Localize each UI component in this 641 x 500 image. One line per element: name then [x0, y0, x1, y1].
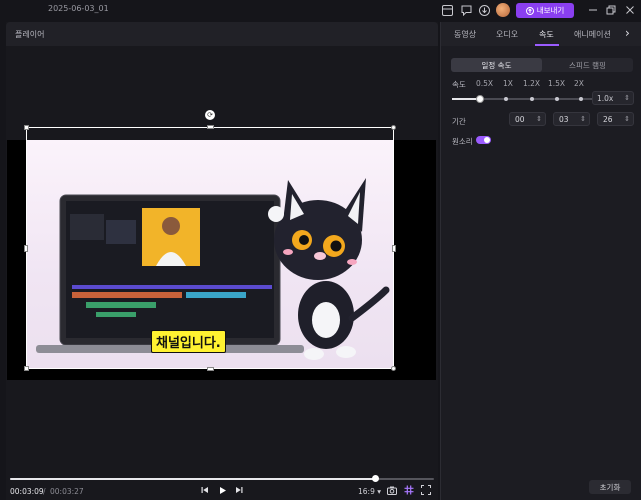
time-separator: /: [43, 487, 46, 496]
speed-tick-1-5x: 1.5X: [548, 79, 566, 88]
title-bar: 2025-06-03_01 내보내기: [0, 0, 641, 20]
export-label: 내보내기: [536, 6, 565, 15]
selection-box[interactable]: [26, 127, 394, 369]
duration-hours-input[interactable]: 00 ⇕: [509, 112, 546, 126]
player-header: 플레이어: [6, 22, 438, 46]
export-button[interactable]: 내보내기: [516, 3, 574, 18]
rotate-icon[interactable]: ⟳: [205, 110, 215, 120]
duration-label: 기간: [452, 117, 466, 126]
progress-track[interactable]: [10, 475, 434, 482]
current-time: 00:03:09: [10, 487, 44, 496]
user-avatar[interactable]: [496, 3, 510, 17]
speed-slider[interactable]: [452, 95, 592, 103]
speed-slider-tick: [555, 97, 559, 101]
tab-audio[interactable]: 오디오: [496, 29, 518, 40]
chevron-right-icon[interactable]: ›: [625, 26, 630, 40]
resize-handle-bottom[interactable]: [207, 367, 214, 371]
speed-tick-0-5x: 0.5X: [476, 79, 494, 88]
spinner-icon[interactable]: ⇕: [580, 115, 586, 123]
resize-handle-bottom-left[interactable]: [24, 366, 29, 371]
feedback-icon[interactable]: [459, 3, 473, 17]
speed-slider-tick: [504, 97, 508, 101]
segment-speed-ramping[interactable]: 스피드 램핑: [542, 58, 633, 72]
tab-speed[interactable]: 속도: [539, 29, 554, 40]
speed-slider-tick: [579, 97, 583, 101]
close-icon[interactable]: [623, 3, 637, 17]
minimize-icon[interactable]: [586, 3, 600, 17]
resize-handle-left[interactable]: [24, 245, 28, 252]
original-sound-toggle[interactable]: [476, 136, 491, 144]
speed-tick-1x: 1X: [503, 79, 513, 88]
speed-slider-knob[interactable]: [476, 95, 484, 103]
aspect-ratio-select[interactable]: 16:9 ▾: [358, 487, 381, 496]
speed-tick-1-2x: 1.2X: [523, 79, 541, 88]
download-icon[interactable]: [477, 3, 491, 17]
next-frame-icon[interactable]: [233, 484, 245, 496]
properties-tabs: 동영상 오디오 속도 애니메이션 ›: [441, 22, 641, 46]
spinner-icon[interactable]: ⇕: [536, 115, 542, 123]
active-tab-indicator: [535, 44, 559, 46]
spinner-icon[interactable]: ⇕: [624, 115, 630, 123]
duration-seconds-input[interactable]: 26 ⇕: [597, 112, 634, 126]
tab-animation[interactable]: 애니메이션: [574, 29, 611, 40]
player-title: 플레이어: [15, 30, 45, 39]
layout-icon[interactable]: [440, 3, 454, 17]
reset-button[interactable]: 초기화: [589, 480, 631, 494]
resize-handle-top-left[interactable]: [24, 125, 29, 130]
resize-handle-right[interactable]: [392, 245, 396, 252]
resize-handle-top[interactable]: [207, 125, 214, 129]
segment-constant-speed[interactable]: 일정 속도: [451, 58, 542, 72]
snapshot-icon[interactable]: [386, 484, 398, 496]
prev-frame-icon[interactable]: [199, 484, 211, 496]
grid-icon[interactable]: [403, 484, 415, 496]
properties-panel: 동영상 오디오 속도 애니메이션 › 일정 속도 스피드 램핑 속도 0.5X …: [440, 22, 641, 500]
original-sound-label: 원소리: [452, 137, 473, 146]
progress-fill: [10, 478, 375, 480]
play-icon[interactable]: [216, 484, 228, 496]
total-time: 00:03:27: [50, 487, 84, 496]
restore-icon[interactable]: [604, 3, 618, 17]
duration-minutes: 03: [559, 114, 569, 124]
duration-seconds: 26: [603, 114, 613, 124]
progress-knob[interactable]: [371, 475, 379, 482]
speed-label: 속도: [452, 80, 466, 89]
upload-icon: [525, 6, 534, 15]
transport-bar: 00:03:09 / 00:03:27 16:9 ▾: [6, 470, 438, 500]
speed-value: 1.0x: [597, 93, 614, 103]
speed-slider-tick: [530, 97, 534, 101]
speed-value-input[interactable]: 1.0x ⇕: [592, 91, 634, 105]
toggle-knob: [484, 137, 490, 143]
fullscreen-icon[interactable]: [420, 484, 432, 496]
speed-tick-2x: 2X: [574, 79, 584, 88]
duration-hours: 00: [515, 114, 525, 124]
tab-video[interactable]: 동영상: [454, 29, 476, 40]
spinner-icon[interactable]: ⇕: [624, 94, 630, 102]
resize-handle-top-right[interactable]: [391, 125, 396, 130]
resize-handle-bottom-right[interactable]: [391, 366, 396, 371]
project-title: 2025-06-03_01: [48, 4, 109, 13]
aspect-ratio-value: 16:9: [358, 487, 375, 496]
duration-minutes-input[interactable]: 03 ⇕: [553, 112, 590, 126]
speed-mode-segment: 일정 속도 스피드 램핑: [451, 58, 633, 72]
